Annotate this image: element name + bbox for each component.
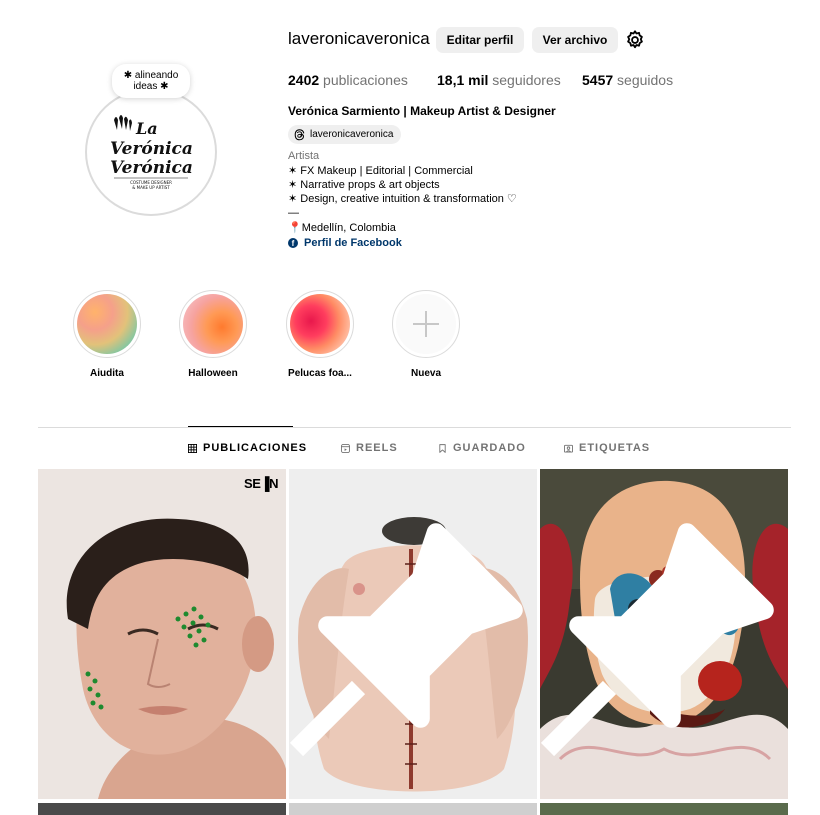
highlight-ring	[286, 290, 354, 358]
followers-label: seguidores	[492, 72, 561, 88]
highlight-halloween[interactable]: Halloween	[177, 290, 249, 379]
highlight-label: Halloween	[188, 368, 238, 379]
tab-label: PUBLICACIONES	[203, 442, 308, 454]
pin-icon	[289, 523, 523, 757]
tab-label: ETIQUETAS	[579, 442, 651, 454]
tag-icon	[564, 444, 573, 453]
tab-label: GUARDADO	[453, 442, 526, 454]
post-thumbnail-1[interactable]: SE▐N	[38, 469, 286, 799]
logo-text-veronica-2: Verónica	[110, 158, 193, 178]
profile-note[interactable]: ✱ alineando ideas ✱	[112, 64, 190, 98]
profile-username: laveronicaveronica	[288, 29, 430, 48]
note-line-1: ✱ alineando	[123, 70, 179, 81]
avatar-logo: La Verónica Verónica COSTUME DESIGNER & …	[92, 94, 210, 210]
bio-location: 📍Medellín, Colombia	[288, 222, 396, 234]
highlight-cover	[77, 294, 137, 354]
profile-category: Artista	[288, 150, 320, 162]
pin-icon	[540, 523, 774, 757]
following-count: 5457	[582, 72, 614, 88]
post-thumbnail-5[interactable]	[289, 803, 537, 815]
bio-line-2: ✶ Narrative props & art objects	[288, 179, 440, 191]
highlight-label: Pelucas foa...	[288, 368, 352, 379]
post-thumbnail-4[interactable]	[38, 803, 286, 815]
tab-guardado[interactable]: GUARDADO	[438, 442, 526, 454]
reels-icon	[341, 443, 350, 453]
following-stat[interactable]: 5457 seguidos	[582, 72, 673, 88]
highlight-ring	[392, 290, 460, 358]
facebook-icon: f	[288, 238, 298, 248]
tabs-divider	[38, 427, 791, 428]
highlight-cover	[290, 294, 350, 354]
logo-text-veronica-1: Verónica	[110, 139, 193, 159]
logo-sub-2: & MAKE UP ARTIST	[132, 185, 170, 190]
bio-line-1: ✶ FX Makeup | Editorial | Commercial	[288, 165, 473, 177]
followers-count: 18,1 mil	[437, 72, 489, 88]
view-archive-button[interactable]: Ver archivo	[532, 27, 618, 53]
posts-stat: 2402 publicaciones	[288, 72, 408, 88]
followers-stat[interactable]: 18,1 mil seguidores	[437, 72, 561, 88]
grid-icon	[188, 443, 197, 453]
profile-full-name: Verónica Sarmiento | Makeup Artist & Des…	[288, 104, 556, 118]
settings-gear-icon[interactable]	[624, 29, 646, 51]
edit-profile-button[interactable]: Editar perfil	[436, 27, 524, 53]
highlight-pelucas[interactable]: Pelucas foa...	[284, 290, 356, 379]
threads-icon	[294, 129, 305, 141]
highlight-label: Nueva	[410, 368, 441, 379]
active-tab-indicator	[188, 426, 293, 427]
highlight-label: Aiudita	[90, 368, 124, 379]
threads-handle: laveronicaveronica	[310, 129, 394, 140]
highlight-aiudita[interactable]: Aiudita	[71, 290, 143, 379]
la-veronica-logo: La Verónica Verónica COSTUME DESIGNER & …	[110, 115, 193, 190]
highlight-new[interactable]: Nueva	[390, 290, 462, 379]
post-thumbnail-3[interactable]	[540, 469, 788, 799]
bio-line-3: ✶ Design, creative intuition & transform…	[288, 193, 517, 205]
tab-label: REELS	[356, 442, 398, 454]
note-line-2: ideas ✱	[133, 81, 169, 92]
facebook-profile-link[interactable]: f Perfil de Facebook	[288, 237, 402, 249]
highlight-ring	[179, 290, 247, 358]
plus-icon	[413, 311, 439, 337]
profile-avatar[interactable]: La Verónica Verónica COSTUME DESIGNER & …	[85, 88, 219, 218]
logo-text-la: La	[135, 119, 158, 138]
facebook-link-label: Perfil de Facebook	[304, 237, 402, 249]
post-brand-badge: SE▐N	[244, 476, 278, 491]
bio-separator: —	[288, 207, 299, 219]
post-image-portrait	[38, 469, 286, 799]
new-highlight-cover	[396, 294, 456, 354]
bookmark-icon	[439, 443, 446, 453]
tab-etiquetas[interactable]: ETIQUETAS	[564, 442, 650, 454]
posts-count: 2402	[288, 72, 320, 88]
highlight-ring	[73, 290, 141, 358]
highlight-cover	[183, 294, 243, 354]
tab-reels[interactable]: REELS	[341, 442, 398, 454]
post-thumbnail-2[interactable]	[289, 469, 537, 799]
threads-badge[interactable]: laveronicaveronica	[288, 125, 402, 144]
tab-publicaciones[interactable]: PUBLICACIONES	[188, 442, 307, 454]
posts-label: publicaciones	[323, 72, 408, 88]
following-label: seguidos	[617, 72, 674, 88]
post-thumbnail-6[interactable]	[540, 803, 788, 815]
